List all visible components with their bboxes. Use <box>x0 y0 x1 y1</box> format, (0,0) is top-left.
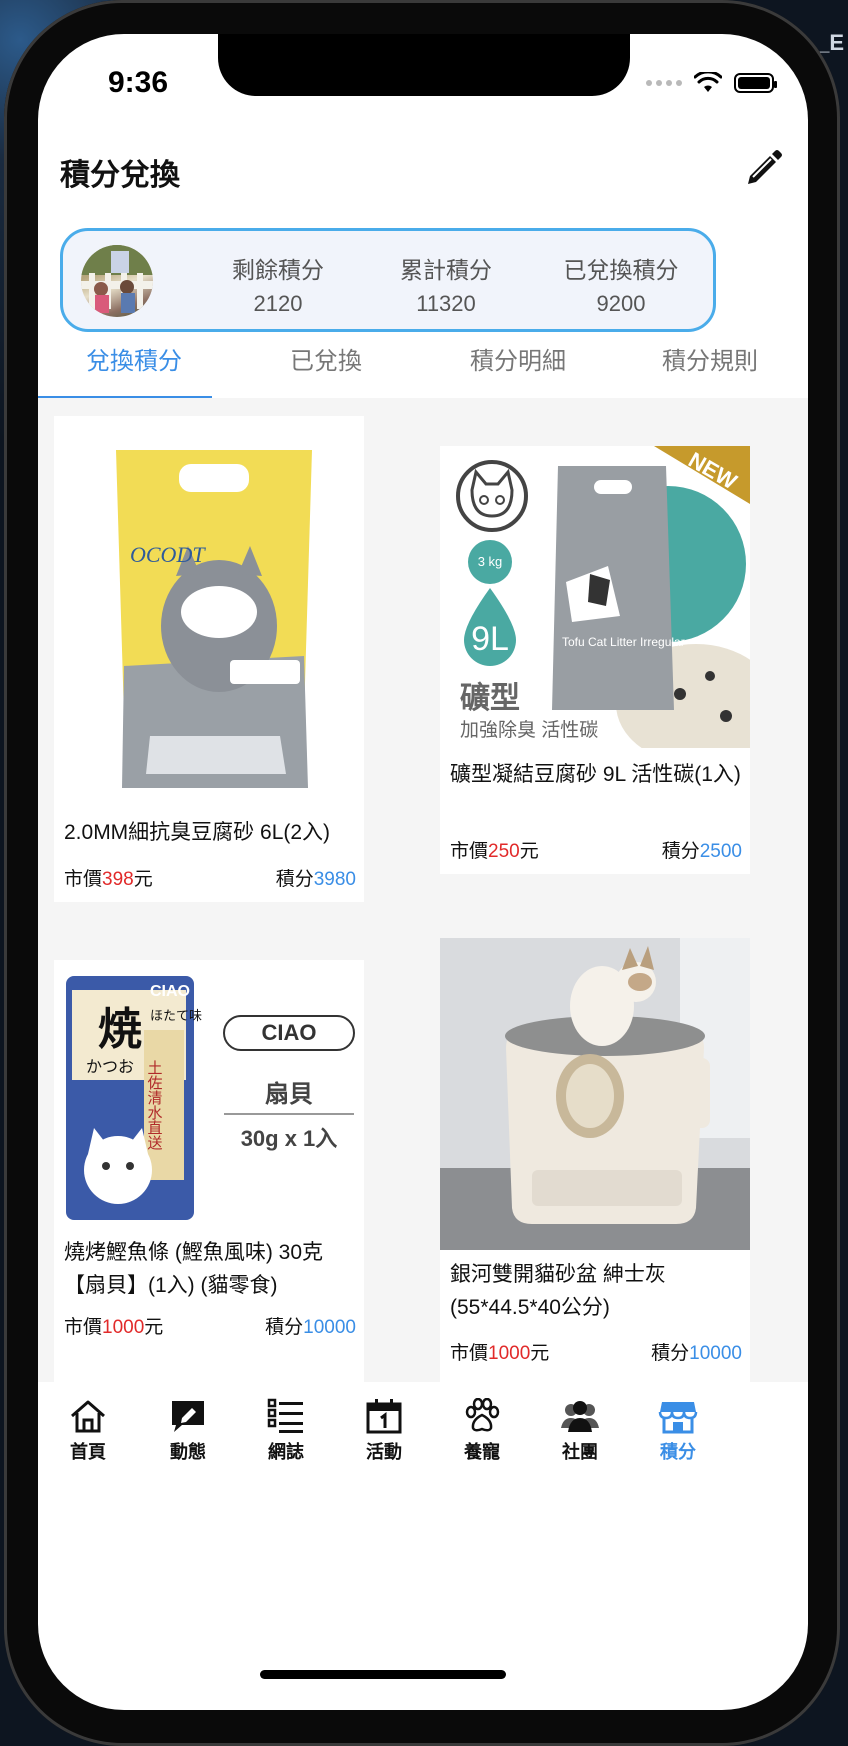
pack-brand-text: CIAO <box>150 983 190 1000</box>
market-price: 市價398元 <box>64 869 153 890</box>
nav-label: 養寵 <box>464 1442 500 1462</box>
home-icon <box>71 1400 105 1433</box>
phone-frame: 9:36 積分兌換 剩餘積分 2120 累計積分 11320 已兌換積分 920… <box>4 0 840 1746</box>
bottom-navigation: 首頁 動態 網誌 活動 養寵 社團 積分 <box>38 1382 808 1492</box>
page-title: 積分兌換 <box>60 159 180 192</box>
price-row: 市價250元 積分2500 <box>450 836 742 866</box>
app-screen: 9:36 積分兌換 剩餘積分 2120 累計積分 11320 已兌換積分 920… <box>38 34 808 1710</box>
product-image: 焼 かつお ほたて味 土佐清水直送 CIAO CIAO 扇貝 30g x 1入 <box>54 960 364 1226</box>
nav-label: 網誌 <box>268 1442 304 1462</box>
tab-redeemed[interactable]: 已兌換 <box>230 339 422 397</box>
home-indicator[interactable] <box>260 1670 506 1679</box>
nav-label: 動態 <box>170 1442 206 1462</box>
remaining-points-value: 2120 <box>253 291 303 316</box>
product-card[interactable]: OCODT 2.0MM細抗臭豆腐砂 6L(2入) 市價398元 積分3980 <box>54 416 364 902</box>
list-icon <box>267 1398 303 1433</box>
accumulated-points-value: 11320 <box>416 291 476 316</box>
price-row: 市價398元 積分3980 <box>64 864 356 894</box>
redeemed-points-value: 9200 <box>596 291 646 316</box>
nav-item-groups[interactable]: 社團 <box>540 1398 620 1464</box>
product-name: 礦型凝結豆腐砂 9L 活性碳(1入) <box>450 763 741 786</box>
product-volume-text: 9L <box>471 620 509 658</box>
store-icon <box>658 1402 698 1434</box>
points-price: 積分3980 <box>275 869 356 890</box>
tab-points-details[interactable]: 積分明細 <box>422 339 614 397</box>
battery-icon <box>734 73 777 93</box>
nav-item-home[interactable]: 首頁 <box>48 1398 128 1464</box>
price-row: 市價1000元 積分10000 <box>64 1312 356 1342</box>
notch <box>218 34 630 96</box>
pack-sub-text: かつお <box>86 1058 134 1076</box>
product-type-text: 礦型 <box>460 681 520 715</box>
remaining-points: 剩餘積分 2120 <box>213 251 343 317</box>
tab-redeem-points[interactable]: 兌換積分 <box>38 339 230 397</box>
nav-item-blog[interactable]: 網誌 <box>246 1398 326 1464</box>
post-icon <box>172 1401 204 1432</box>
edit-button[interactable] <box>742 146 786 190</box>
pack-side-text: 土佐清水直送 <box>146 1060 163 1151</box>
tab-points-rules[interactable]: 積分規則 <box>614 339 806 397</box>
brand-label: CIAO <box>262 1020 317 1045</box>
product-card[interactable]: 3 kg 9L 礦型 加強除臭 活性碳 NEW Tofu Cat Litter … <box>440 446 750 874</box>
nav-item-pets[interactable]: 養寵 <box>442 1398 522 1464</box>
corner-text: _E <box>817 30 844 55</box>
product-grid: OCODT 2.0MM細抗臭豆腐砂 6L(2入) 市價398元 積分3980 3… <box>38 398 808 1382</box>
tab-bar: 兌換積分 已兌換 積分明細 積分規則 <box>38 339 808 399</box>
signal-icon <box>646 80 682 86</box>
market-price: 市價1000元 <box>450 1343 550 1364</box>
nav-label: 積分 <box>660 1442 696 1462</box>
status-time: 9:36 <box>108 66 169 99</box>
redeemed-points: 已兌換積分 9200 <box>551 251 691 317</box>
product-image: OCODT <box>54 416 364 806</box>
product-brand-text: OCODT <box>130 542 206 567</box>
points-price: 積分2500 <box>661 841 742 862</box>
product-weight-text: 3 kg <box>478 554 503 569</box>
status-icons <box>646 72 777 94</box>
product-name: 2.0MM細抗臭豆腐砂 6L(2入) <box>64 821 331 844</box>
price-row: 市價1000元 積分10000 <box>450 1338 742 1368</box>
spec-label: 30g x 1入 <box>241 1126 338 1151</box>
calendar-icon <box>366 1399 402 1434</box>
nav-item-events[interactable]: 活動 <box>344 1398 424 1464</box>
paw-icon <box>465 1398 500 1432</box>
pack-tag-text: ほたて味 <box>150 1008 202 1023</box>
avatar[interactable] <box>81 245 153 317</box>
flavor-label: 扇貝 <box>265 1080 313 1108</box>
nav-item-posts[interactable]: 動態 <box>148 1398 228 1464</box>
nav-label: 社團 <box>562 1442 598 1462</box>
product-card[interactable]: 焼 かつお ほたて味 土佐清水直送 CIAO CIAO 扇貝 30g x 1入 … <box>54 960 364 1382</box>
product-image: 3 kg 9L 礦型 加強除臭 活性碳 NEW Tofu Cat Litter … <box>440 446 750 748</box>
product-pack-text: Tofu Cat Litter Irregular <box>562 635 685 649</box>
accumulated-points-label: 累計積分 <box>400 257 492 283</box>
product-name: 燒烤鰹魚條 (鰹魚風味) 30克【扇貝】(1入) (貓零食) <box>64 1241 324 1297</box>
remaining-points-label: 剩餘積分 <box>232 257 324 283</box>
product-feature-text: 加強除臭 活性碳 <box>460 719 598 741</box>
nav-item-points[interactable]: 積分 <box>638 1398 718 1464</box>
product-card[interactable]: 銀河雙開貓砂盆 紳士灰(55*44.5*40公分) 市價1000元 積分1000… <box>440 938 750 1382</box>
redeemed-points-label: 已兌換積分 <box>563 257 679 283</box>
product-name: 銀河雙開貓砂盆 紳士灰(55*44.5*40公分) <box>450 1263 666 1319</box>
group-icon <box>561 1401 599 1432</box>
points-price: 積分10000 <box>651 1343 742 1364</box>
market-price: 市價250元 <box>450 841 539 862</box>
nav-label: 首頁 <box>70 1442 106 1462</box>
pack-title-text: 焼 <box>98 1005 142 1054</box>
points-summary-card: 剩餘積分 2120 累計積分 11320 已兌換積分 9200 <box>60 228 716 332</box>
market-price: 市價1000元 <box>64 1317 164 1338</box>
nav-label: 活動 <box>366 1442 402 1462</box>
wifi-icon <box>694 72 722 92</box>
pencil-icon <box>748 150 782 184</box>
accumulated-points: 累計積分 11320 <box>381 251 511 317</box>
points-price: 積分10000 <box>265 1317 356 1338</box>
product-image <box>440 938 750 1250</box>
